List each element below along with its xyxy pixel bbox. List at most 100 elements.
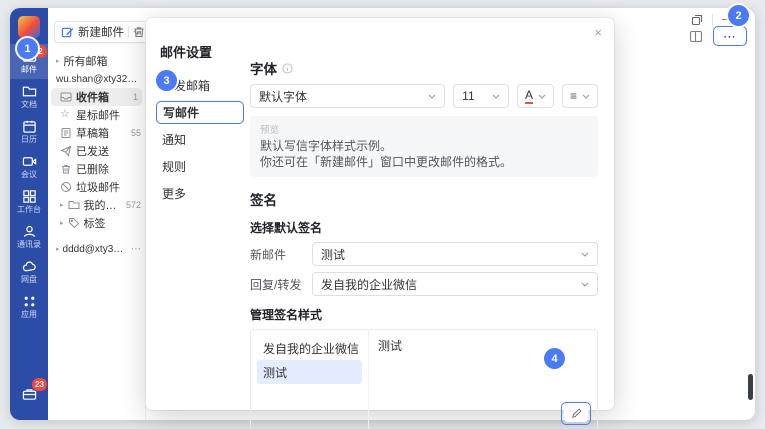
preview-tag: 预览 xyxy=(260,122,588,136)
folder-label: 垃圾邮件 xyxy=(76,179,120,195)
signature-section-heading: 签名 xyxy=(250,189,598,209)
font-controls: 默认字体 11 A ≡ xyxy=(250,84,598,108)
list-icon: ≡ xyxy=(570,90,577,102)
info-icon xyxy=(282,63,293,74)
document-icon xyxy=(60,127,72,139)
folder-drafts[interactable]: 草稿箱 55 xyxy=(48,124,145,142)
caret-icon: ▸ xyxy=(56,245,60,253)
app-window: 2 邮件 文档 日历 xyxy=(10,8,755,420)
settings-nav-more[interactable]: 更多 xyxy=(156,180,244,207)
divider xyxy=(712,14,713,26)
choose-default-signature-heading: 选择默认签名 xyxy=(250,219,598,236)
spacer xyxy=(48,232,145,240)
inbox-icon xyxy=(60,91,72,103)
preview-line: 默认写信字体样式示例。 xyxy=(260,138,588,154)
folder-label: 已删除 xyxy=(76,161,109,177)
font-preview-box: 预览 默认写信字体样式示例。 你还可在「新建邮件」窗口中更改邮件的格式。 xyxy=(250,116,598,177)
new-mail-signature-select[interactable]: 测试 xyxy=(312,242,598,266)
annotation-step-2: 2 xyxy=(728,5,749,26)
settings-nav-rules[interactable]: 规则 xyxy=(156,153,244,180)
pencil-icon xyxy=(571,408,582,419)
folder-deleted[interactable]: 已删除 xyxy=(48,160,145,178)
rail-item-label: 会议 xyxy=(21,171,37,179)
calendar-icon xyxy=(22,119,37,134)
new-mail-label: 新邮件 xyxy=(250,246,312,263)
font-size-value: 11 xyxy=(462,89,474,103)
account-primary[interactable]: wu.shan@xty321.... xyxy=(48,70,145,88)
layout-toolbar-button[interactable] xyxy=(689,30,703,43)
rail-item-contacts[interactable]: 通讯录 xyxy=(10,219,48,254)
folder-label: 我的文件夹 xyxy=(84,197,122,213)
list-format-button[interactable]: ≡ xyxy=(562,84,598,108)
signature-manager: 发自我的企业微信 测试 测试 xyxy=(250,329,598,429)
settings-nav-compose[interactable]: 写邮件 xyxy=(156,101,244,124)
edit-signature-button[interactable] xyxy=(564,405,588,422)
rail-item-apps[interactable]: 应用 xyxy=(10,289,48,324)
folder-spam[interactable]: 垃圾邮件 xyxy=(48,178,145,196)
person-icon xyxy=(22,224,37,239)
compose-icon xyxy=(61,26,74,39)
new-mail-signature-value: 测试 xyxy=(321,246,345,263)
caret-icon: ▸ xyxy=(60,201,64,209)
reply-forward-label: 回复/转发 xyxy=(250,276,312,293)
cloud-icon xyxy=(22,259,37,274)
paper-plane-icon xyxy=(60,145,72,157)
caret-icon: ▸ xyxy=(56,57,60,65)
rail-item-workspace-bottom[interactable]: 23 xyxy=(10,377,48,412)
account-secondary[interactable]: ▸ dddd@xty321... ⋯ xyxy=(48,240,145,258)
star-icon: ☆ xyxy=(60,109,72,121)
rail-item-drive[interactable]: 网盘 xyxy=(10,254,48,289)
restore-window-icon[interactable] xyxy=(691,14,703,26)
folder-pane: ▸ 所有邮箱 wu.shan@xty321.... 收件箱 1 ☆ 星标邮件 xyxy=(48,52,146,420)
signature-item[interactable]: 发自我的企业微信 xyxy=(257,336,362,360)
chevron-down-icon xyxy=(538,94,546,99)
annotation-step-3: 3 xyxy=(156,70,177,91)
trash-icon xyxy=(60,163,72,175)
screen: 2 邮件 文档 日历 xyxy=(0,0,765,429)
font-size-select[interactable]: 11 xyxy=(453,84,509,108)
rail-item-workbench[interactable]: 工作台 xyxy=(10,184,48,219)
font-family-select[interactable]: 默认字体 xyxy=(250,84,445,108)
font-family-value: 默认字体 xyxy=(259,88,307,105)
folder-count: 1 xyxy=(133,92,138,102)
rail-item-docs[interactable]: 文档 xyxy=(10,79,48,114)
chevron-down-icon xyxy=(492,94,500,99)
account-label: wu.shan@xty321.... xyxy=(56,74,141,85)
reply-signature-select[interactable]: 发自我的企业微信 xyxy=(312,272,598,296)
scrollbar-thumb[interactable] xyxy=(748,374,753,400)
chevron-down-icon xyxy=(582,94,590,99)
trash-toolbar-button[interactable] xyxy=(132,25,146,39)
folder-my-folders[interactable]: ▸ 我的文件夹 572 xyxy=(48,196,145,214)
rail-item-label: 工作台 xyxy=(17,206,41,214)
folder-starred[interactable]: ☆ 星标邮件 xyxy=(48,106,145,124)
signature-item-selected[interactable]: 测试 xyxy=(257,360,362,384)
folder-count: 55 xyxy=(131,128,141,138)
manage-signatures-heading: 管理签名样式 xyxy=(250,306,598,323)
edit-button-highlight xyxy=(561,402,591,425)
grid-icon xyxy=(22,189,37,204)
more-button-highlight: ⋯ xyxy=(713,26,747,46)
settings-nav: 收发邮箱 写邮件 通知 规则 更多 xyxy=(156,72,244,207)
modal-title: 邮件设置 xyxy=(160,42,212,61)
folder-sent[interactable]: 已发送 xyxy=(48,142,145,160)
folder-tags[interactable]: ▸ 标签 xyxy=(48,214,145,232)
video-icon xyxy=(22,154,37,169)
avatar[interactable] xyxy=(18,16,40,38)
rail-item-meeting[interactable]: 会议 xyxy=(10,149,48,184)
modal-close-button[interactable]: × xyxy=(594,26,602,39)
rail-item-label: 文档 xyxy=(21,101,37,109)
font-section-heading: 字体 xyxy=(250,58,598,78)
folder-all-mailboxes[interactable]: ▸ 所有邮箱 xyxy=(48,52,145,70)
rail-item-label: 应用 xyxy=(21,311,37,319)
preview-line: 你还可在「新建邮件」窗口中更改邮件的格式。 xyxy=(260,154,588,170)
font-heading-label: 字体 xyxy=(250,58,277,78)
settings-nav-notifications[interactable]: 通知 xyxy=(156,126,244,153)
ban-icon xyxy=(60,181,72,193)
account-more-icon[interactable]: ⋯ xyxy=(131,244,141,255)
rail-item-calendar[interactable]: 日历 xyxy=(10,114,48,149)
more-button[interactable]: ⋯ xyxy=(723,30,737,43)
account-label: dddd@xty321... xyxy=(63,244,128,255)
folder-inbox[interactable]: 收件箱 1 xyxy=(51,88,142,106)
font-color-button[interactable]: A xyxy=(517,84,554,108)
annotation-step-4: 4 xyxy=(544,348,565,369)
